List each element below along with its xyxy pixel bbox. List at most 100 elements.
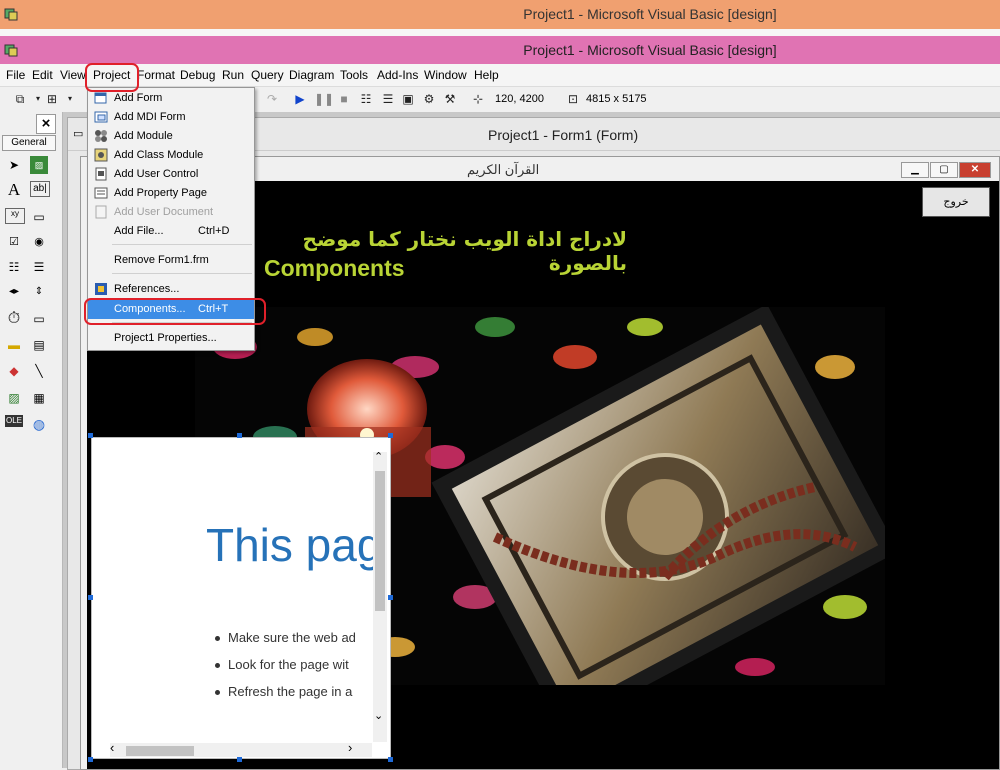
data-icon[interactable]: ▦ (30, 389, 48, 407)
form-layout-icon[interactable]: ▣ (400, 92, 416, 106)
add-project-icon[interactable]: ⧉ (12, 92, 28, 106)
menu-item-remove-form[interactable]: Remove Form1.frm (88, 251, 254, 270)
shape-icon[interactable]: ◆ (5, 362, 23, 380)
menu-window[interactable]: Window (424, 68, 467, 82)
menu-item-label: Add User Control (114, 168, 199, 180)
toolbox-panel: × General ➤ ▨ A ab| xy ▭ ☑ ◉ ☷ ☰ ◂▸ ⇕ ⏱ … (0, 112, 63, 768)
toolbox-general-tab[interactable]: General (2, 135, 56, 151)
horizontal-scroll-thumb[interactable] (126, 746, 194, 756)
selection-handle[interactable] (88, 757, 93, 762)
maximize-icon[interactable]: ▢ (930, 162, 958, 178)
vertical-scrollbar[interactable] (373, 452, 387, 742)
menu-tools[interactable]: Tools (340, 68, 368, 82)
add-class-module-icon (94, 148, 108, 162)
menu-item-add-user-control[interactable]: Add User Control (88, 165, 254, 184)
web-bullet-text: Refresh the page in a (228, 684, 353, 699)
menu-separator (112, 244, 252, 245)
bullet-icon (215, 636, 220, 641)
checkbox-icon[interactable]: ☑ (5, 233, 23, 251)
menu-query[interactable]: Query (251, 68, 284, 82)
combo-icon[interactable]: ☷ (5, 258, 23, 276)
add-form-icon[interactable]: ⊞ (44, 92, 60, 106)
selection-handle[interactable] (388, 757, 393, 762)
folder-icon[interactable]: ▬ (5, 336, 23, 354)
project-explorer-icon[interactable]: ☷ (358, 92, 374, 106)
label-icon[interactable]: A (5, 181, 23, 199)
line-icon[interactable]: ╲ (30, 362, 48, 380)
drive-icon[interactable]: ▭ (30, 310, 48, 328)
menu-help[interactable]: Help (474, 68, 499, 82)
redo-icon[interactable]: ↷ (264, 92, 280, 106)
selection-handle[interactable] (88, 433, 93, 438)
title-separator (0, 29, 1000, 36)
toolbox-icon[interactable]: ⚒ (442, 92, 458, 106)
selection-handle[interactable] (388, 595, 393, 600)
object-browser-icon[interactable]: ⚙ (421, 92, 437, 106)
break-icon[interactable]: ❚❚ (314, 92, 334, 106)
horizontal-scrollbar[interactable] (110, 743, 372, 757)
size-readout: 4815 x 5175 (586, 93, 647, 105)
ole-icon[interactable]: OLE (5, 415, 23, 427)
menu-bar: File Edit View Project Format Debug Run … (0, 64, 1000, 87)
menu-run[interactable]: Run (222, 68, 244, 82)
add-user-control-icon (94, 167, 108, 181)
vertical-scroll-thumb[interactable] (375, 471, 385, 611)
minimize-icon[interactable]: ▁ (901, 162, 929, 178)
menu-item-add-module[interactable]: Add Module (88, 127, 254, 146)
add-form-icon (94, 91, 108, 105)
radio-icon[interactable]: ◉ (30, 233, 48, 251)
menu-item-project-properties[interactable]: Project1 Properties... (88, 329, 254, 348)
components-label: Components (264, 255, 405, 281)
close-icon[interactable]: ✕ (959, 162, 991, 178)
end-icon[interactable]: ■ (336, 92, 352, 106)
menu-item-label: Add Class Module (114, 149, 204, 161)
position-readout: 120, 4200 (495, 93, 544, 105)
form1-caption: القرآن الكريم (467, 162, 540, 177)
menu-format[interactable]: Format (137, 68, 175, 82)
menu-item-add-mdi-form[interactable]: Add MDI Form (88, 108, 254, 127)
picturebox-icon[interactable]: ▨ (30, 156, 48, 174)
pointer-icon[interactable]: ➤ (5, 156, 23, 174)
hscroll-icon[interactable]: ◂▸ (5, 283, 23, 301)
frame-icon[interactable]: xy (5, 208, 25, 224)
scroll-right-icon[interactable]: › (348, 740, 352, 755)
selection-handle[interactable] (237, 433, 242, 438)
web-bullet: Make sure the web ad (215, 630, 356, 645)
menu-item-label: Add File... (114, 225, 164, 237)
web-browser-control[interactable]: This pag Make sure the web ad Look for t… (91, 437, 391, 759)
menu-debug[interactable]: Debug (180, 68, 215, 82)
close-icon[interactable]: × (36, 114, 56, 134)
menu-item-label: Remove Form1.frm (114, 254, 209, 266)
exit-button[interactable]: خروج (922, 187, 990, 217)
menu-diagram[interactable]: Diagram (289, 68, 334, 82)
menu-item-add-file[interactable]: Add File... Ctrl+D (88, 222, 254, 241)
web-bullet-text: Make sure the web ad (228, 630, 356, 645)
image-icon[interactable]: ▨ (5, 389, 23, 407)
menu-view[interactable]: View (60, 68, 86, 82)
bullet-icon (215, 663, 220, 668)
menu-item-add-class-module[interactable]: Add Class Module (88, 146, 254, 165)
web-bullet-text: Look for the page wit (228, 657, 349, 672)
button-icon[interactable]: ▭ (30, 208, 48, 226)
selection-handle[interactable] (88, 595, 93, 600)
start-icon[interactable]: ▶ (292, 92, 308, 106)
file-icon[interactable]: ▤ (30, 336, 48, 354)
timer-icon[interactable]: ⏱ (5, 310, 23, 328)
menu-item-references[interactable]: References... (88, 280, 254, 299)
scroll-up-icon[interactable]: ⌃ (374, 450, 383, 463)
menu-file[interactable]: File (6, 68, 25, 82)
textbox-icon[interactable]: ab| (30, 181, 50, 197)
list-icon[interactable]: ☰ (30, 258, 48, 276)
selection-handle[interactable] (237, 757, 242, 762)
menu-add-ins[interactable]: Add-Ins (377, 68, 418, 82)
menu-item-add-user-document: Add User Document (88, 203, 254, 222)
menu-edit[interactable]: Edit (32, 68, 53, 82)
selection-handle[interactable] (388, 433, 393, 438)
scroll-left-icon[interactable]: ‹ (110, 740, 114, 755)
vscroll-icon[interactable]: ⇕ (30, 283, 48, 301)
dropdown-arrow-icon[interactable]: ▾ (62, 92, 78, 106)
scroll-down-icon[interactable]: ⌄ (374, 709, 383, 722)
menu-item-add-property-page[interactable]: Add Property Page (88, 184, 254, 203)
properties-window-icon[interactable]: ☰ (380, 92, 396, 106)
globe-icon[interactable]: ◍ (30, 415, 48, 433)
